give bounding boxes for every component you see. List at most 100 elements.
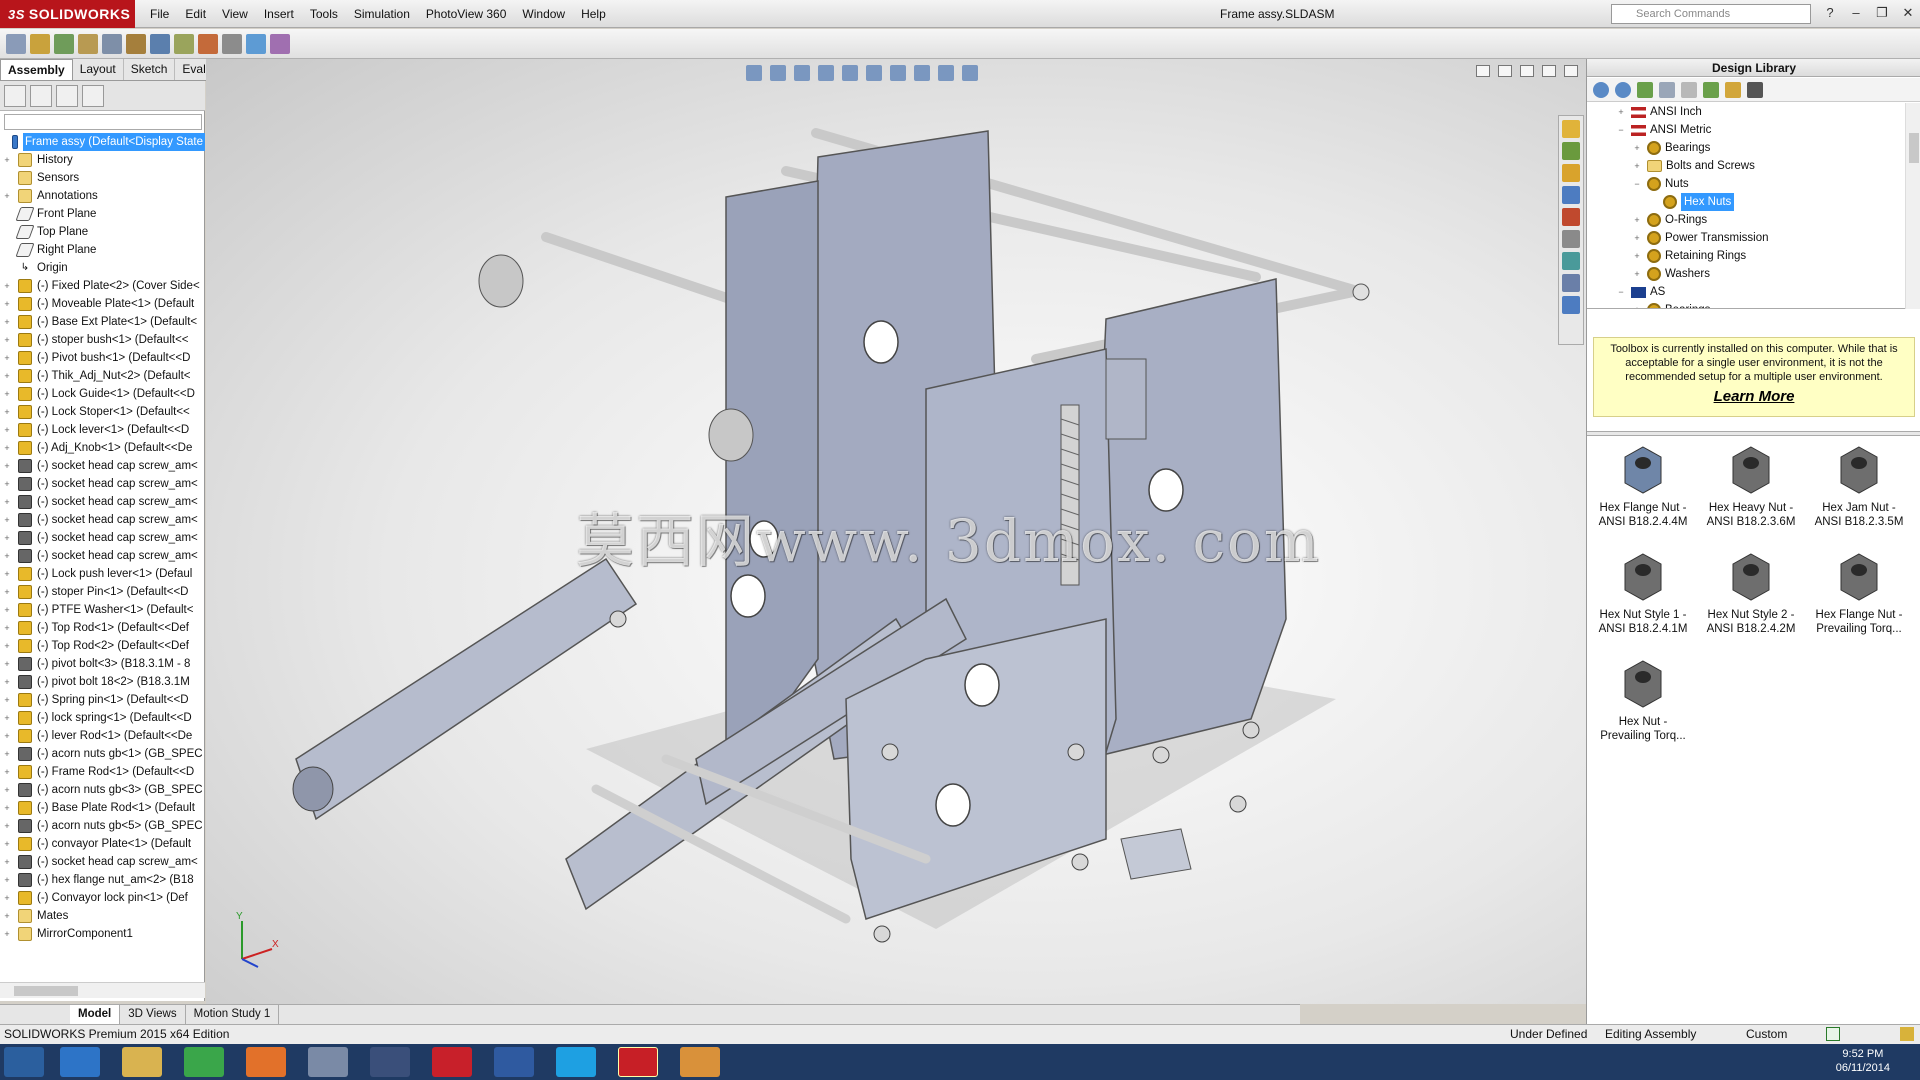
media-player-icon[interactable] — [680, 1047, 720, 1077]
tree-item[interactable]: + (-) Top Rod<1> (Default<<Def — [0, 619, 205, 637]
add-file-location-icon[interactable] — [1659, 81, 1675, 98]
create-new-folder-icon[interactable] — [1681, 81, 1697, 98]
expand-toggle-icon[interactable]: + — [2, 601, 12, 619]
expand-toggle-icon[interactable]: + — [2, 511, 12, 529]
tree-item[interactable]: + (-) stoper Pin<1> (Default<<D — [0, 583, 205, 601]
tree-item[interactable]: + MirrorComponent1 — [0, 925, 205, 943]
tree-item[interactable]: + Mates — [0, 907, 205, 925]
expand-toggle-icon[interactable]: + — [2, 745, 12, 763]
tree-item[interactable]: + (-) Pivot bush<1> (Default<<D — [0, 349, 205, 367]
assembly-features-icon[interactable] — [150, 33, 170, 54]
library-item[interactable]: + Washers — [1587, 265, 1905, 283]
tree-horizontal-scrollbar[interactable] — [0, 982, 205, 998]
expand-toggle-icon[interactable]: + — [2, 871, 12, 889]
tree-item[interactable]: + (-) Thik_Adj_Nut<2> (Default< — [0, 367, 205, 385]
tree-item[interactable]: Sensors — [0, 169, 205, 187]
library-item[interactable]: Hex Nuts — [1587, 193, 1905, 211]
nut-thumbnail[interactable]: Hex Nut Style 2 - ANSI B18.2.4.2M — [1699, 552, 1803, 636]
tree-item[interactable]: ↳ Origin — [0, 259, 205, 277]
expand-toggle-icon[interactable]: + — [2, 655, 12, 673]
tree-item[interactable]: + (-) Lock Stoper<1> (Default<< — [0, 403, 205, 421]
view-palette-icon[interactable] — [1562, 186, 1580, 204]
tree-item[interactable]: + (-) Moveable Plate<1> (Default — [0, 295, 205, 313]
menu-help[interactable]: Help — [573, 7, 614, 21]
tab-model[interactable]: Model — [70, 1005, 121, 1024]
library-item[interactable]: − Nuts — [1587, 175, 1905, 193]
expand-toggle-icon[interactable]: + — [2, 907, 12, 925]
expand-toggle-icon[interactable]: + — [2, 493, 12, 511]
tree-item[interactable]: + (-) acorn nuts gb<5> (GB_SPEC — [0, 817, 205, 835]
display-manager-tab-icon[interactable] — [82, 84, 104, 107]
tree-item[interactable]: Front Plane — [0, 205, 205, 223]
expand-toggle-icon[interactable]: + — [2, 925, 12, 943]
tree-item[interactable]: + (-) socket head cap screw_am< — [0, 475, 205, 493]
bill-of-materials-icon[interactable] — [222, 33, 242, 54]
back-icon[interactable] — [1593, 81, 1609, 98]
appearances-icon[interactable] — [1562, 208, 1580, 226]
tree-item[interactable]: + (-) convayor Plate<1> (Default — [0, 835, 205, 853]
expand-toggle-icon[interactable]: + — [2, 529, 12, 547]
tree-item[interactable]: + (-) lever Rod<1> (Default<<De — [0, 727, 205, 745]
menu-view[interactable]: View — [214, 7, 256, 21]
library-item[interactable]: − AS — [1587, 283, 1905, 301]
tree-item[interactable]: + (-) acorn nuts gb<3> (GB_SPEC — [0, 781, 205, 799]
solidworks-taskbar-icon[interactable] — [618, 1047, 658, 1077]
expand-toggle-icon[interactable]: + — [1631, 301, 1643, 308]
graphics-viewport[interactable]: 莫西网www. 3dmox. com Y X — [206, 59, 1586, 1004]
chrome-icon[interactable] — [184, 1047, 224, 1077]
exploded-view-icon[interactable] — [246, 33, 266, 54]
expand-toggle-icon[interactable]: + — [2, 421, 12, 439]
expand-toggle-icon[interactable]: + — [2, 673, 12, 691]
library-item[interactable]: − ANSI Metric — [1587, 121, 1905, 139]
3d-content-central-icon[interactable] — [1562, 274, 1580, 292]
nut-thumbnail[interactable]: Hex Flange Nut - ANSI B18.2.4.4M — [1591, 445, 1695, 529]
expand-toggle-icon[interactable]: + — [2, 295, 12, 313]
opera-icon[interactable] — [432, 1047, 472, 1077]
menu-tools[interactable]: Tools — [302, 7, 346, 21]
library-item[interactable]: + Bearings — [1587, 301, 1905, 308]
scroll-thumb[interactable] — [1909, 133, 1919, 163]
tree-item[interactable]: + (-) PTFE Washer<1> (Default< — [0, 601, 205, 619]
expand-toggle-icon[interactable]: + — [1631, 139, 1643, 157]
expand-toggle-icon[interactable]: − — [1615, 283, 1627, 301]
help-icon[interactable]: ? — [1820, 3, 1840, 23]
tree-item[interactable]: + (-) Fixed Plate<2> (Cover Side< — [0, 277, 205, 295]
tree-item[interactable]: + (-) Top Rod<2> (Default<<Def — [0, 637, 205, 655]
tree-item[interactable]: + (-) stoper bush<1> (Default<< — [0, 331, 205, 349]
file-explorer-icon[interactable] — [1562, 164, 1580, 182]
library-item[interactable]: + Retaining Rings — [1587, 247, 1905, 265]
expand-toggle-icon[interactable]: + — [2, 835, 12, 853]
scroll-thumb[interactable] — [14, 986, 78, 996]
expand-toggle-icon[interactable]: + — [2, 691, 12, 709]
expand-toggle-icon[interactable]: + — [2, 439, 12, 457]
tree-item[interactable]: + (-) socket head cap screw_am< — [0, 853, 205, 871]
tree-item[interactable]: + (-) Lock lever<1> (Default<<D — [0, 421, 205, 439]
expand-toggle-icon[interactable]: + — [2, 637, 12, 655]
smart-fasteners-icon[interactable] — [78, 33, 98, 54]
expand-toggle-icon[interactable]: + — [2, 727, 12, 745]
refresh-icon[interactable] — [1703, 81, 1719, 98]
show-hidden-icon[interactable] — [126, 33, 146, 54]
tree-item[interactable]: Frame assy (Default<Display State — [0, 133, 205, 151]
expand-toggle-icon[interactable]: + — [2, 799, 12, 817]
library-item[interactable]: + O-Rings — [1587, 211, 1905, 229]
library-item[interactable]: + Power Transmission — [1587, 229, 1905, 247]
tree-item[interactable]: + (-) pivot bolt 18<2> (B18.3.1M — [0, 673, 205, 691]
expand-toggle-icon[interactable]: + — [2, 583, 12, 601]
expand-toggle-icon[interactable]: + — [2, 853, 12, 871]
quick-tips-icon[interactable] — [1826, 1027, 1840, 1041]
reference-geometry-icon[interactable] — [174, 33, 194, 54]
move-component-icon[interactable] — [102, 33, 122, 54]
menu-window[interactable]: Window — [514, 7, 573, 21]
tree-item[interactable]: Right Plane — [0, 241, 205, 259]
expand-toggle-icon[interactable]: + — [2, 763, 12, 781]
pane-splitter[interactable] — [1587, 431, 1920, 436]
tree-item[interactable]: Top Plane — [0, 223, 205, 241]
instant3d-icon[interactable] — [270, 33, 290, 54]
tree-item[interactable]: + (-) socket head cap screw_am< — [0, 511, 205, 529]
solidworks-resources-icon[interactable] — [1562, 120, 1580, 138]
nut-thumbnail[interactable]: Hex Nut - Prevailing Torq... — [1591, 659, 1695, 743]
tree-item[interactable]: + (-) socket head cap screw_am< — [0, 493, 205, 511]
photo-app-icon[interactable] — [494, 1047, 534, 1077]
system-clock[interactable]: 9:52 PM 06/11/2014 — [1836, 1047, 1890, 1075]
